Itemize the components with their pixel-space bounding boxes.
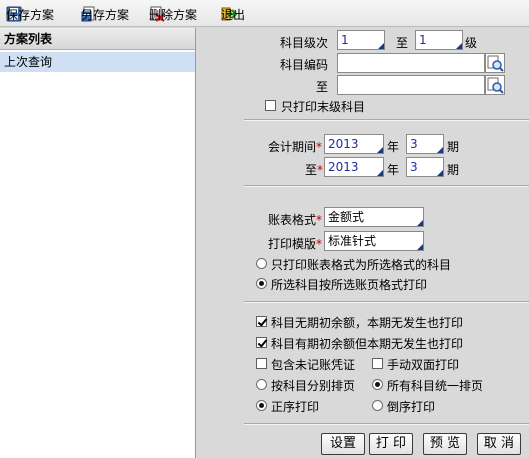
- plan-list-panel: 方案列表 上次查询: [0, 28, 196, 458]
- plan-list-item[interactable]: 上次查询: [0, 52, 195, 72]
- subject-code-to-lookup-button[interactable]: [485, 75, 505, 95]
- save-plan-label: 保存方案: [6, 7, 55, 22]
- paging-label: 按科目分别排页: [271, 379, 356, 393]
- manual-duplex-checkbox[interactable]: [372, 358, 383, 369]
- order-label: 倒序打印: [387, 400, 436, 414]
- delete-plan-button[interactable]: 删除方案: [149, 4, 197, 24]
- search-icon: [487, 55, 504, 72]
- format-option-radio[interactable]: [256, 258, 267, 269]
- print-has-opening-label: 科目有期初余额但本期无发生也打印: [271, 337, 464, 351]
- subject-code-label: 科目编码: [280, 58, 329, 72]
- toolbar: 保存方案 另存方案 删除方案 退出: [0, 0, 529, 27]
- format-select[interactable]: 金额式: [324, 207, 424, 227]
- settings-button[interactable]: 设置: [321, 433, 365, 455]
- paging-radio[interactable]: [372, 379, 383, 390]
- template-select[interactable]: 标准针式: [324, 231, 424, 251]
- period-to-month-input[interactable]: 3: [406, 157, 444, 177]
- print-no-opening-checkbox[interactable]: [256, 316, 267, 327]
- divider: [244, 119, 529, 121]
- subject-code-to-input[interactable]: [337, 75, 485, 95]
- divider: [244, 423, 529, 425]
- cancel-button[interactable]: 取 消: [477, 433, 521, 455]
- year-label: 年: [387, 163, 400, 177]
- save-as-plan-button[interactable]: 另存方案: [81, 4, 129, 24]
- subject-code-to-label: 至: [316, 80, 329, 94]
- include-unposted-label: 包含未记账凭证: [271, 358, 356, 372]
- order-radio[interactable]: [372, 400, 383, 411]
- period-from-year-input[interactable]: 2013: [324, 134, 384, 154]
- search-icon: [487, 77, 504, 94]
- subject-level-to-input[interactable]: 1: [415, 30, 463, 50]
- order-radio[interactable]: [256, 400, 267, 411]
- period-unit-label: 期: [447, 140, 460, 154]
- subject-code-from-input[interactable]: [337, 53, 485, 73]
- print-no-opening-label: 科目无期初余额，本期无发生也打印: [271, 316, 464, 330]
- divider: [244, 185, 529, 187]
- period-from-month-input[interactable]: 3: [406, 134, 444, 154]
- format-option-label: 所选科目按所选账页格式打印: [271, 278, 428, 292]
- subject-level-from-input[interactable]: 1: [337, 30, 385, 50]
- only-last-level-label: 只打印末级科目: [281, 100, 366, 114]
- divider: [244, 301, 529, 303]
- subject-level-suffix: 级: [465, 36, 478, 50]
- period-to-year-input[interactable]: 2013: [324, 157, 384, 177]
- save-plan-button[interactable]: 保存方案: [6, 4, 54, 24]
- format-option-label: 只打印账表格式为所选格式的科目: [271, 258, 452, 272]
- format-label: 账表格式*: [268, 213, 323, 227]
- save-as-plan-label: 另存方案: [81, 7, 130, 22]
- exit-button[interactable]: 退出: [221, 4, 245, 24]
- include-unposted-checkbox[interactable]: [256, 358, 267, 369]
- only-last-level-checkbox[interactable]: [265, 100, 276, 111]
- subject-code-from-lookup-button[interactable]: [485, 53, 505, 73]
- period-label: 会计期间*: [268, 140, 323, 154]
- period-unit-label: 期: [447, 163, 460, 177]
- subject-level-to-label: 至: [396, 36, 409, 50]
- manual-duplex-label: 手动双面打印: [387, 358, 460, 372]
- paging-radio[interactable]: [256, 379, 267, 390]
- template-label: 打印模版*: [268, 237, 323, 251]
- delete-plan-label: 删除方案: [149, 7, 198, 22]
- exit-label: 退出: [221, 7, 246, 22]
- year-label: 年: [387, 140, 400, 154]
- preview-button[interactable]: 预 览: [423, 433, 467, 455]
- format-option-radio[interactable]: [256, 278, 267, 289]
- plan-list-title: 方案列表: [0, 28, 195, 50]
- print-has-opening-checkbox[interactable]: [256, 337, 267, 348]
- paging-label: 所有科目统一排页: [387, 379, 484, 393]
- print-button[interactable]: 打 印: [369, 433, 413, 455]
- query-options-panel: 科目级次 1 至 1 级 科目编码 至 只打印末级科目 会计期间* 2013 年…: [197, 28, 529, 458]
- period-to-label: 至*: [305, 163, 324, 177]
- subject-level-label: 科目级次: [280, 36, 329, 50]
- order-label: 正序打印: [271, 400, 320, 414]
